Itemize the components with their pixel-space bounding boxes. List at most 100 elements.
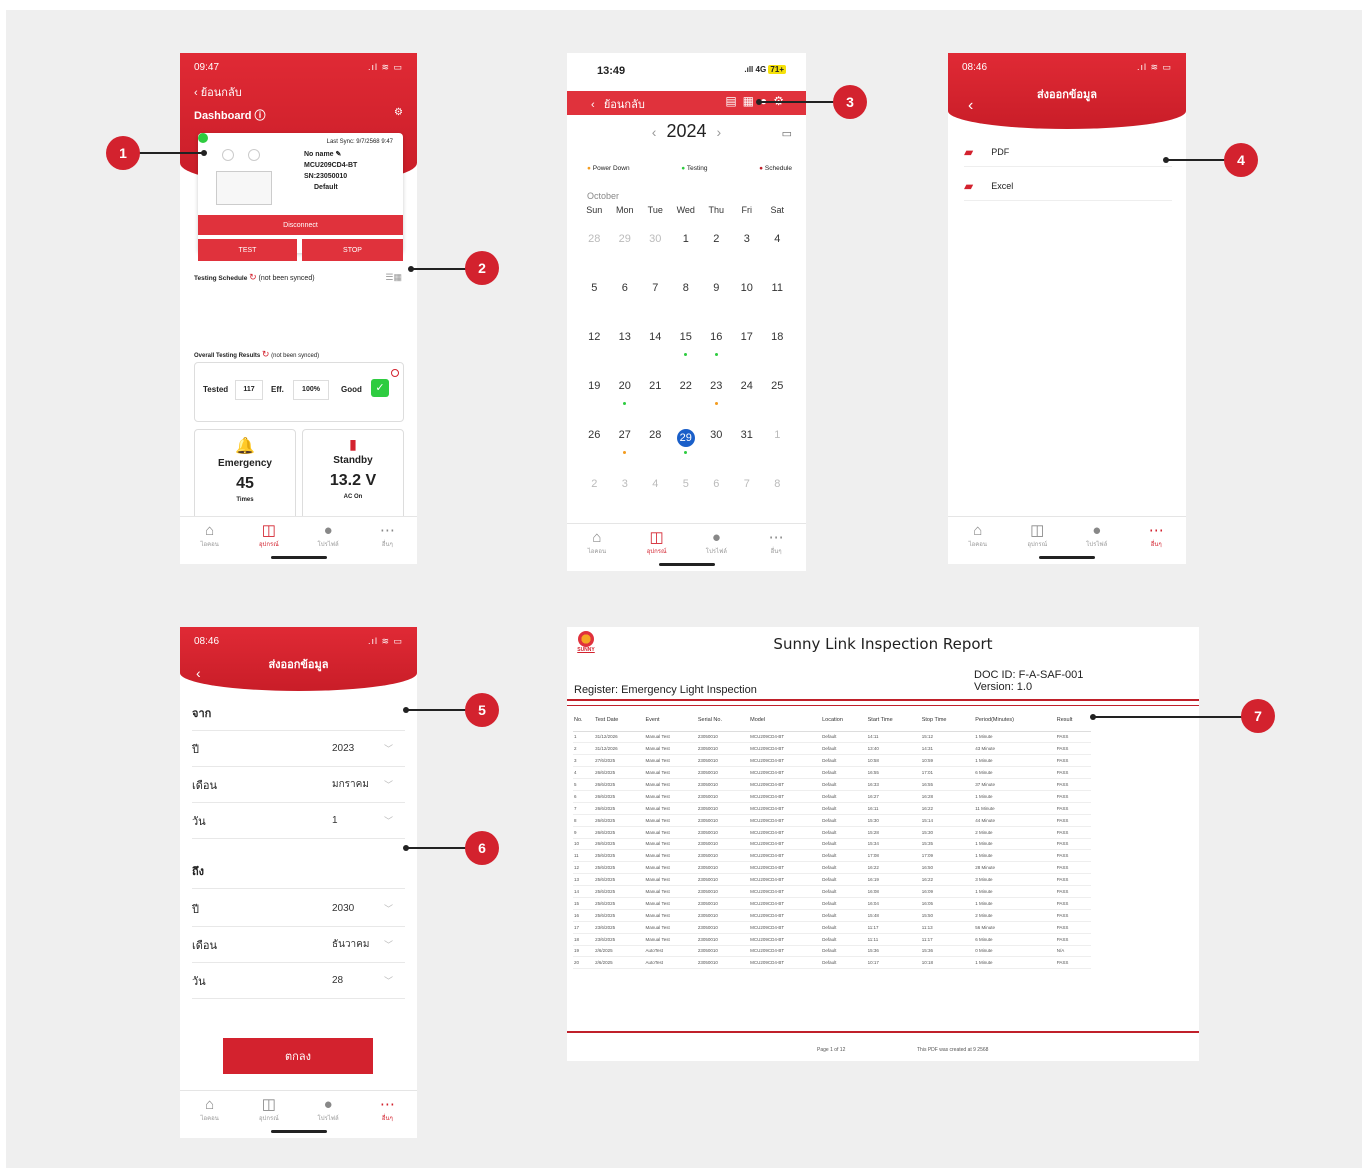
back-button[interactable]: ‹ ย้อนกลับ bbox=[194, 83, 242, 101]
table-cell: Default bbox=[821, 956, 867, 970]
calendar-day[interactable]: 26 bbox=[579, 429, 610, 478]
calendar-day[interactable]: 2 bbox=[579, 478, 610, 527]
to-month-select[interactable]: เดือน ธันวาคม ﹀ bbox=[192, 927, 405, 963]
table-cell: 26/6/2025 bbox=[594, 790, 645, 803]
year-selector[interactable]: ‹ 2024 › bbox=[567, 121, 806, 142]
year-label: 2024 bbox=[666, 121, 707, 141]
from-day-select[interactable]: วัน 1 ﹀ bbox=[192, 803, 405, 839]
export-pdf-option[interactable]: ▰ PDF bbox=[964, 137, 1172, 167]
calendar-day[interactable]: 24 bbox=[732, 380, 763, 429]
calendar-day[interactable]: 3 bbox=[610, 478, 641, 527]
calendar-day[interactable]: 31 bbox=[732, 429, 763, 478]
calendar-day[interactable]: 4 bbox=[762, 233, 793, 282]
calendar-day[interactable]: 10 bbox=[732, 282, 763, 331]
confirm-button[interactable]: ตกลง bbox=[223, 1038, 373, 1074]
calendar-day[interactable]: 15 bbox=[671, 331, 702, 380]
calendar-day[interactable]: 28 bbox=[640, 429, 671, 478]
prev-year-icon[interactable]: ‹ bbox=[652, 124, 657, 140]
table-cell: 16:04 bbox=[866, 897, 921, 910]
to-day-select[interactable]: วัน 28 ﹀ bbox=[192, 963, 405, 999]
device-card[interactable]: Last Sync: 9/7/2568 9:47 No name ✎ MCU20… bbox=[198, 133, 403, 253]
export-excel-option[interactable]: ▰ Excel bbox=[964, 171, 1172, 201]
calendar-day[interactable]: 7 bbox=[732, 478, 763, 527]
legend-item: ● Power Down bbox=[587, 165, 630, 172]
tab-home[interactable]: ⌂ ไอคอน bbox=[958, 523, 998, 564]
table-cell: 26/6/2025 bbox=[594, 826, 645, 839]
table-cell: 1 Minute bbox=[974, 956, 1056, 970]
sync-icon[interactable]: ↻ bbox=[249, 272, 257, 282]
calendar-day[interactable]: 3 bbox=[732, 233, 763, 282]
view-toggle-icon[interactable]: ☰▦ bbox=[385, 272, 402, 283]
calendar-day[interactable]: 17 bbox=[732, 331, 763, 380]
calendar-day[interactable]: 6 bbox=[610, 282, 641, 331]
from-year-select[interactable]: ปี 2023 ﹀ bbox=[192, 731, 405, 767]
calendar-day[interactable]: 7 bbox=[640, 282, 671, 331]
clock: 13:49 bbox=[597, 65, 626, 77]
test-button[interactable]: TEST bbox=[198, 239, 297, 261]
tested-label: Tested bbox=[203, 385, 229, 394]
event-dot bbox=[714, 402, 718, 405]
settings-icon[interactable]: ⚙ bbox=[394, 107, 403, 118]
calendar-day[interactable]: 13 bbox=[610, 331, 641, 380]
header: 08:46 .ıl ≋ ▭ ส่งออกข้อมูล ‹ bbox=[180, 627, 417, 691]
stop-button[interactable]: STOP bbox=[302, 239, 403, 261]
device-info: No name ✎ MCU209CD4-BT SN:23050010 Defau… bbox=[304, 149, 357, 193]
tab-more[interactable]: ⋯ อื่นๆ bbox=[367, 1097, 407, 1138]
calendar-grid: 28 29 30 1 2 3 4 5 6 7 8 9 10 11 12 13 14 15 16 17 18 19 20 21 2… bbox=[579, 233, 793, 527]
table-cell: 23050010 bbox=[696, 742, 750, 756]
from-month-select[interactable]: เดือน มกราคม ﹀ bbox=[192, 767, 405, 803]
calendar-day[interactable]: 9 bbox=[701, 282, 732, 331]
table-cell: MCU209CD4-BT bbox=[749, 873, 822, 887]
header: ‹ ย้อนกลับ ▤▦●⚙ bbox=[567, 91, 806, 115]
schedule-row: Testing Schedule ↻ (not been synced) ☰▦ bbox=[194, 272, 404, 283]
calendar-day[interactable]: 4 bbox=[640, 478, 671, 527]
calendar-day[interactable]: 20 bbox=[610, 380, 641, 429]
table-cell: 25/6/2025 bbox=[594, 861, 645, 875]
calendar-day[interactable]: 1 bbox=[762, 429, 793, 478]
person-icon: ● bbox=[1092, 522, 1102, 539]
calendar-day[interactable]: 30 bbox=[701, 429, 732, 478]
tab-home[interactable]: ⌂ ไอคอน bbox=[190, 523, 230, 564]
back-button[interactable]: ‹ bbox=[968, 97, 973, 115]
table-cell: PASS bbox=[1055, 826, 1091, 839]
calendar-day[interactable]: 19 bbox=[579, 380, 610, 429]
tab-more[interactable]: ⋯ อื่นๆ bbox=[367, 523, 407, 564]
calendar-day[interactable]: 5 bbox=[671, 478, 702, 527]
tab-home[interactable]: ⌂ ไอคอน bbox=[577, 530, 617, 571]
calendar-day[interactable]: 27 bbox=[610, 429, 641, 478]
calendar-day[interactable]: 2 bbox=[701, 233, 732, 282]
calendar-day[interactable]: 21 bbox=[640, 380, 671, 429]
calendar-day[interactable]: 12 bbox=[579, 331, 610, 380]
calendar-day[interactable]: 11 bbox=[762, 282, 793, 331]
calendar-day[interactable]: 1 bbox=[671, 233, 702, 282]
calendar-day[interactable]: 8 bbox=[671, 282, 702, 331]
back-button[interactable]: ‹ bbox=[196, 665, 201, 681]
calendar-day[interactable]: 18 bbox=[762, 331, 793, 380]
calendar-day[interactable]: 22 bbox=[671, 380, 702, 429]
tab-more[interactable]: ⋯ อื่นๆ bbox=[756, 530, 796, 571]
back-button[interactable]: ‹ ย้อนกลับ bbox=[591, 95, 645, 113]
tab-more[interactable]: ⋯ อื่นๆ bbox=[1136, 523, 1176, 564]
edit-icon[interactable]: ✎ bbox=[336, 151, 342, 158]
table-cell: 23050010 bbox=[696, 766, 750, 780]
calendar-day[interactable]: 28 bbox=[579, 233, 610, 282]
calendar-day[interactable]: 30 bbox=[640, 233, 671, 282]
next-year-icon[interactable]: › bbox=[717, 124, 722, 140]
to-year-select[interactable]: ปี 2030 ﹀ bbox=[192, 891, 405, 927]
disconnect-button[interactable]: Disconnect bbox=[198, 215, 403, 235]
table-cell: 2 Minute bbox=[974, 909, 1056, 922]
calendar-view-icon[interactable]: ▭ bbox=[782, 127, 792, 140]
calendar-day[interactable]: 29 bbox=[610, 233, 641, 282]
calendar-day[interactable]: 16 bbox=[701, 331, 732, 380]
tab-home[interactable]: ⌂ ไอคอน bbox=[190, 1097, 230, 1138]
table-cell: 10:58 bbox=[866, 754, 921, 768]
calendar-day[interactable]: 29 bbox=[671, 429, 702, 478]
calendar-day[interactable]: 25 bbox=[762, 380, 793, 429]
calendar-day[interactable]: 23 bbox=[701, 380, 732, 429]
calendar-day[interactable]: 8 bbox=[762, 478, 793, 527]
calendar-day[interactable]: 14 bbox=[640, 331, 671, 380]
calendar-day[interactable]: 5 bbox=[579, 282, 610, 331]
calendar-day[interactable]: 6 bbox=[701, 478, 732, 527]
sync-icon[interactable]: ↻ bbox=[262, 349, 270, 359]
table-cell: 11:17 bbox=[866, 921, 921, 934]
